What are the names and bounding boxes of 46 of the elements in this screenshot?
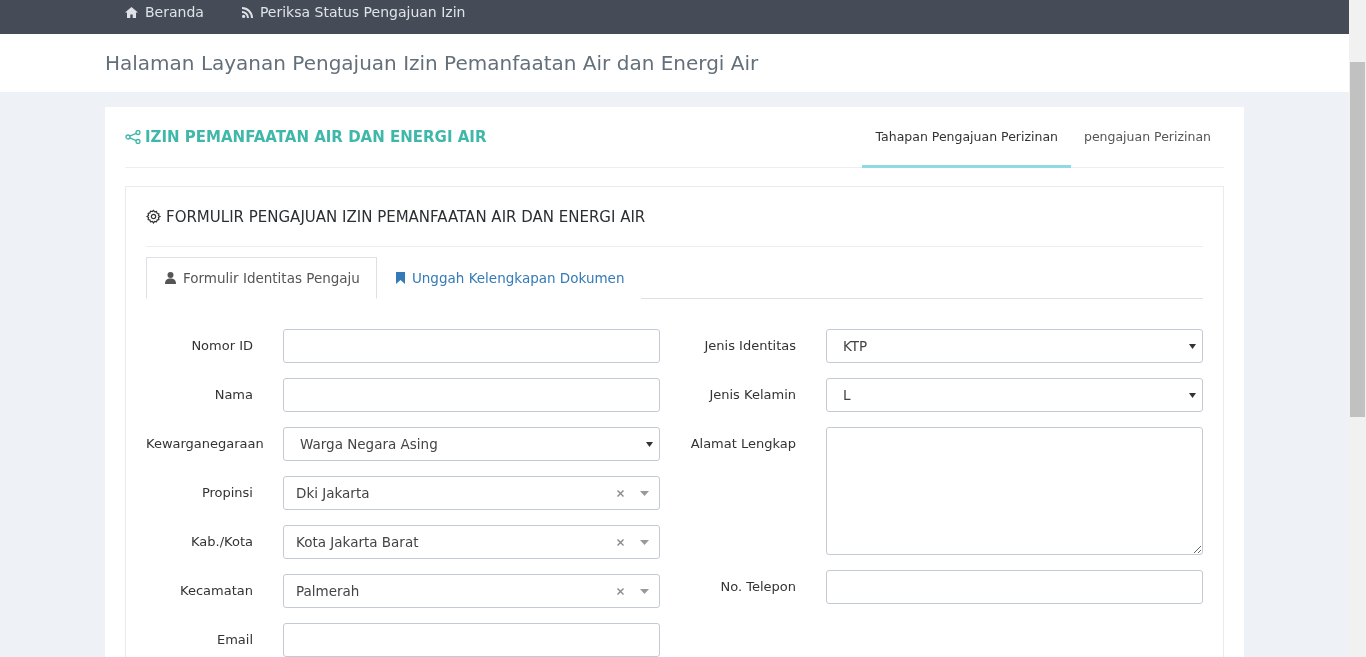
select-dropdown[interactable]: KTP	[826, 329, 1203, 363]
field-label: Nama	[213, 386, 254, 404]
caret-icon	[640, 539, 649, 545]
textarea-input[interactable]	[826, 427, 1203, 555]
select-dropdown[interactable]: Warga Negara Asing	[283, 427, 660, 461]
text-input[interactable]	[283, 378, 660, 412]
select-dropdown[interactable]: Dki Jakarta	[283, 476, 660, 510]
panel-title: FORMULIR PENGAJUAN IZIN PEMANFAATAN AIR DAN ENERGI AIR	[166, 207, 646, 226]
home-icon	[125, 6, 138, 18]
page-title: Halaman Layanan Pengajuan Izin Pemanfaatan Air dan Energi Air	[105, 51, 759, 76]
select-dropdown[interactable]: Palmerah	[283, 574, 660, 608]
clear-icon[interactable]	[617, 587, 624, 595]
select-dropdown[interactable]: Kota Jakarta Barat	[283, 525, 660, 559]
caret-icon	[1189, 343, 1196, 349]
select-dropdown[interactable]: L	[826, 378, 1203, 412]
bookmark-icon	[395, 272, 405, 284]
field-label: Kab./Kota	[190, 533, 254, 551]
nav-link[interactable]: Periksa Status Pengajuan Izin	[241, 0, 466, 24]
clear-icon[interactable]	[617, 538, 624, 546]
settings-icon	[146, 209, 161, 224]
tab[interactable]: pengajuan Perizinan	[1070, 107, 1224, 168]
scrollbar[interactable]	[1349, 0, 1366, 657]
field-label: Nomor ID	[190, 337, 254, 355]
caret-icon	[646, 441, 653, 447]
field-label: Jenis Identitas	[702, 337, 797, 355]
text-input[interactable]	[826, 570, 1203, 604]
field-label: Email	[215, 631, 254, 649]
user-icon	[165, 272, 176, 284]
text-input[interactable]	[283, 329, 660, 363]
text-input[interactable]	[283, 623, 660, 657]
field-label: Kewarganegaraan	[146, 435, 265, 453]
field-label: Propinsi	[200, 484, 254, 502]
share-icon	[125, 130, 141, 144]
caret-icon	[640, 490, 649, 496]
nav-link[interactable]: Beranda	[125, 0, 204, 24]
field-label: Jenis Kelamin	[707, 386, 797, 404]
rss-icon	[241, 6, 253, 18]
caret-icon	[640, 588, 649, 594]
field-label: Alamat Lengkap	[689, 435, 797, 453]
clear-icon[interactable]	[617, 489, 624, 497]
field-label: Kecamatan	[179, 582, 254, 600]
tab[interactable]: Tahapan Pengajuan Perizinan	[862, 107, 1071, 168]
caret-icon	[1189, 392, 1196, 398]
tab[interactable]: Formulir Identitas Pengaju	[146, 257, 377, 299]
field-label: No. Telepon	[719, 578, 797, 596]
card-title: IZIN PEMANFAATAN AIR DAN ENERGI AIR	[145, 128, 487, 146]
